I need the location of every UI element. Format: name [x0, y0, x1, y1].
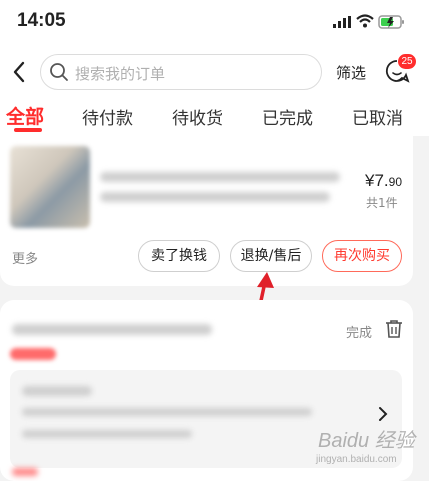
chevron-right-icon[interactable] [378, 406, 388, 422]
search-placeholder: 搜索我的订单 [75, 65, 166, 83]
trash-icon[interactable] [385, 319, 403, 339]
product-title-blurred [100, 172, 340, 182]
product-title-blurred-2 [100, 192, 330, 202]
search-header: 搜索我的订单 筛选 25 [0, 46, 429, 98]
message-badge: 25 [398, 54, 416, 69]
tab-pending-payment[interactable]: 待付款 [82, 104, 133, 129]
order-price: ¥7.90 [365, 171, 402, 190]
order-tabs: 全部 待付款 待收货 已完成 已取消 [0, 98, 429, 136]
order-card[interactable]: ¥7.90 共1件 更多 卖了换钱 退换/售后 再次购买 [0, 136, 413, 286]
filter-button[interactable]: 筛选 [336, 62, 366, 83]
tab-cancelled[interactable]: 已取消 [352, 104, 403, 129]
product-thumbnail[interactable] [10, 146, 90, 228]
order-tag-blurred [10, 348, 56, 360]
signal-icon [333, 16, 351, 28]
active-tab-indicator [14, 128, 42, 132]
order-status: 完成 [346, 326, 373, 341]
resell-button[interactable]: 卖了换钱 [138, 240, 220, 272]
search-icon [50, 63, 68, 81]
status-time: 14:05 [17, 10, 66, 31]
logistics-title-blurred [22, 386, 92, 396]
tab-pending-receipt[interactable]: 待收货 [172, 104, 223, 129]
more-link[interactable]: 更多 [12, 248, 38, 267]
search-input[interactable]: 搜索我的订单 [40, 54, 322, 90]
return-aftersales-button[interactable]: 退换/售后 [230, 240, 312, 272]
wifi-icon [356, 14, 374, 28]
price-tag-blurred [12, 468, 38, 476]
logistics-line-blurred [22, 408, 312, 416]
battery-icon [378, 15, 404, 29]
order-quantity: 共1件 [366, 196, 398, 210]
tab-completed[interactable]: 已完成 [262, 104, 313, 129]
tab-all[interactable]: 全部 [6, 102, 44, 129]
rebuy-button[interactable]: 再次购买 [322, 240, 402, 272]
baidu-watermark-url: jingyan.baidu.com [316, 454, 397, 465]
logistics-time-blurred [22, 430, 192, 438]
shop-name-blurred [12, 324, 212, 335]
status-bar: 14:05 [0, 0, 429, 46]
back-arrow-icon[interactable] [10, 60, 28, 84]
baidu-watermark: Baidu 经验 [318, 430, 415, 452]
